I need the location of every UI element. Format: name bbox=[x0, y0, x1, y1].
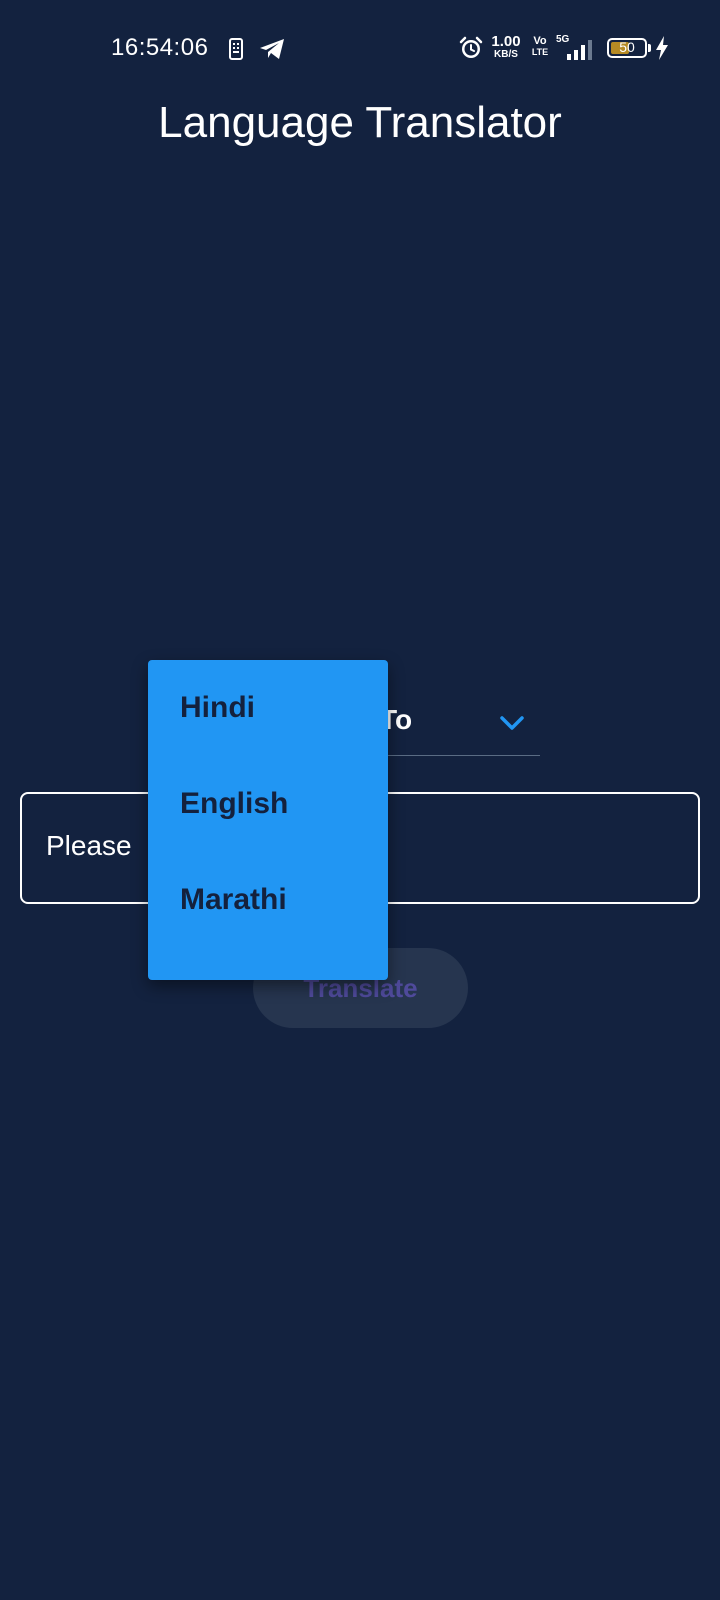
charging-bolt-icon bbox=[656, 36, 668, 60]
volte-top: Vo bbox=[533, 35, 547, 47]
alarm-icon bbox=[459, 36, 483, 58]
status-time: 16:54:06 bbox=[111, 34, 209, 61]
page-title: Language Translator bbox=[158, 98, 562, 147]
network-speed-unit: KB/S bbox=[494, 49, 518, 60]
menu-item-english[interactable]: English bbox=[148, 756, 388, 852]
battery-tip bbox=[648, 44, 651, 52]
volte-bottom: LTE bbox=[531, 47, 549, 57]
battery-level: 50 bbox=[619, 39, 635, 55]
sim-icon bbox=[229, 38, 243, 60]
network-speed: 1.00 KB/S bbox=[489, 34, 523, 60]
telegram-icon bbox=[260, 39, 284, 59]
status-bar: 16:54:06 1.00 KB/S Vo LTE 5G 50 bbox=[0, 0, 720, 96]
to-language-dropdown[interactable]: To bbox=[380, 686, 540, 756]
menu-item-marathi[interactable]: Marathi bbox=[148, 852, 388, 948]
menu-item-hindi[interactable]: Hindi bbox=[148, 660, 388, 756]
chevron-down-icon[interactable] bbox=[498, 714, 526, 732]
network-speed-value: 1.00 bbox=[491, 33, 521, 50]
language-dropdown-menu: Hindi English Marathi bbox=[148, 660, 388, 980]
signal-icon bbox=[567, 40, 592, 60]
input-placeholder: Please bbox=[46, 830, 132, 861]
volte-indicator: Vo LTE bbox=[531, 36, 549, 57]
battery-icon: 50 bbox=[607, 38, 647, 58]
